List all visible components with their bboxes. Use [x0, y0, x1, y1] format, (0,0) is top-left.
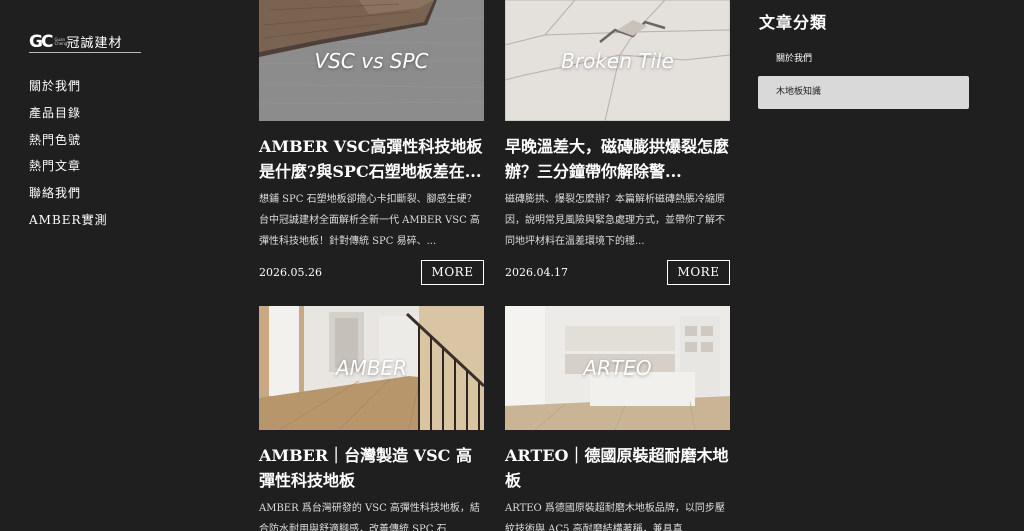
article-date: 2026.05.26 [259, 266, 322, 279]
nav-item-contact[interactable]: 聯絡我們 [29, 183, 108, 210]
nav-item-hot-articles[interactable]: 熱門文章 [29, 156, 108, 183]
image-caption: AMBER [335, 356, 408, 380]
article-excerpt: ARTEO 爲德國原裝超耐磨木地板品牌，以同步壓紋技術與 AC5 高耐磨結構著稱… [505, 503, 725, 531]
article-excerpt: 想鋪 SPC 石塑地板卻擔心卡扣斷裂、腳感生硬？台中冠誠建材全面解析全新一代 A… [259, 194, 480, 247]
more-button[interactable]: MORE [421, 260, 484, 285]
article-card: VSC vs SPC AMBER VSC高彈性科技地板是什麼?與SPC石塑地板差… [259, 0, 484, 285]
image-caption: VSC vs SPC [314, 48, 429, 73]
logo-small-text: Guan Cheng [54, 36, 68, 46]
article-date: 2026.04.17 [505, 266, 568, 279]
article-title[interactable]: ARTEO｜德國原裝超耐磨木地板 [505, 443, 730, 493]
article-title[interactable]: AMBER｜台灣製造 VSC 高彈性科技地板 [259, 443, 484, 493]
article-excerpt: 磁磚膨拱、爆裂怎麼辦？本篇解析磁磚熱脹冷縮原因，說明常見風險與緊急處理方式，並帶… [505, 194, 725, 247]
article-image[interactable]: ARTEO [505, 306, 730, 430]
article-excerpt: AMBER 爲台灣研發的 VSC 高彈性科技地板，結合防水耐用與舒適腳感，改善傳… [259, 503, 480, 531]
main-nav: 關於我們 產品目錄 熱門色號 熱門文章 聯絡我們 AMBER實測 [29, 76, 108, 237]
category-item-wood-flooring[interactable]: 木地板知識 [758, 76, 969, 109]
image-caption: ARTEO [583, 356, 652, 380]
nav-item-products[interactable]: 產品目錄 [29, 103, 108, 130]
category-list: 關於我們 木地板知識 [758, 46, 969, 109]
site-logo[interactable]: GC Guan Cheng 冠誠建材 [29, 31, 141, 53]
article-card: AMBER AMBER｜台灣製造 VSC 高彈性科技地板 AMBER 爲台灣研發… [259, 306, 484, 531]
article-image[interactable]: Broken Tile [505, 0, 730, 121]
category-title: 文章分類 [759, 13, 828, 32]
nav-item-hot-colors[interactable]: 熱門色號 [29, 130, 108, 157]
article-title[interactable]: 早晚溫差大，磁磚膨拱爆裂怎麼辦？三分鐘帶你解除警... [505, 134, 730, 184]
article-card: ARTEO ARTEO｜德國原裝超耐磨木地板 ARTEO 爲德國原裝超耐磨木地板… [505, 306, 730, 531]
logo-name: 冠誠建材 [66, 36, 123, 51]
category-item-about[interactable]: 關於我們 [758, 46, 969, 73]
article-image[interactable]: VSC vs SPC [259, 0, 484, 121]
image-caption: Broken Tile [561, 48, 674, 73]
nav-item-about[interactable]: 關於我們 [29, 76, 108, 103]
more-button[interactable]: MORE [667, 260, 730, 285]
nav-item-amber-test[interactable]: AMBER實測 [29, 210, 108, 237]
article-title[interactable]: AMBER VSC高彈性科技地板是什麼?與SPC石塑地板差在... [259, 134, 484, 184]
article-image[interactable]: AMBER [259, 306, 484, 430]
article-card: Broken Tile 早晚溫差大，磁磚膨拱爆裂怎麼辦？三分鐘帶你解除警... … [505, 0, 730, 285]
logo-mark: GC [29, 31, 53, 52]
